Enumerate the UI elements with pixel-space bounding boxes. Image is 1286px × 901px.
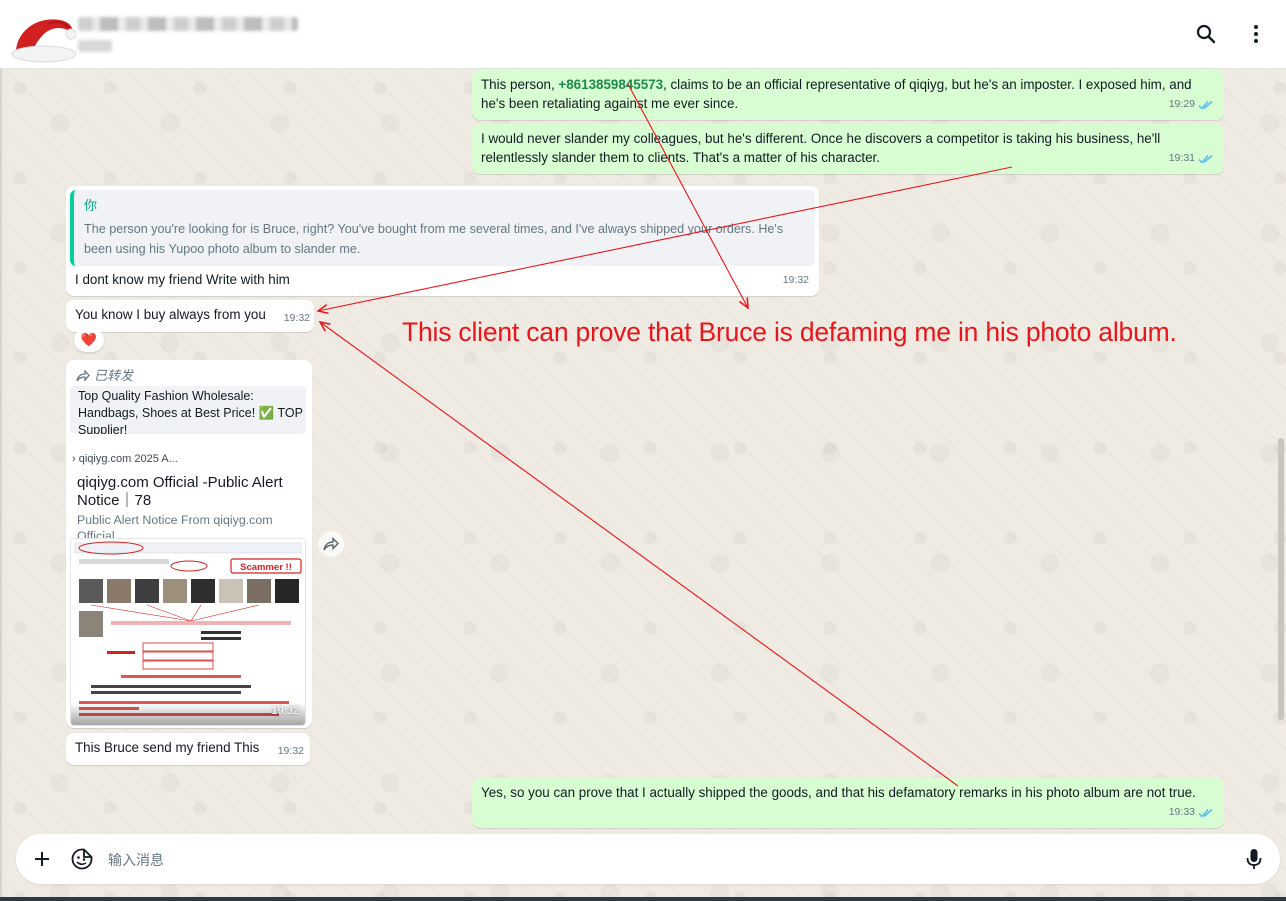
message-meta: 19:33 bbox=[1169, 803, 1214, 822]
alert-notice-screenshot-image: Scammer !! bbox=[71, 539, 305, 725]
outgoing-message[interactable]: This person, +8613859845573, claims to b… bbox=[472, 70, 1224, 120]
message-time: 19:33 bbox=[1168, 806, 1195, 818]
forward-icon bbox=[323, 537, 339, 551]
message-meta: 19:32 bbox=[783, 271, 809, 290]
contact-name-blurred[interactable] bbox=[78, 17, 298, 31]
quoted-message[interactable]: 你 The person you're looking for is Bruce… bbox=[70, 190, 815, 266]
incoming-message[interactable]: You know I buy always from you 19:32 bbox=[66, 300, 314, 332]
outgoing-message[interactable]: I would never slander my colleagues, but… bbox=[472, 124, 1224, 174]
more-vertical-icon[interactable] bbox=[1244, 22, 1268, 46]
image-shade bbox=[71, 703, 305, 725]
forward-button[interactable] bbox=[318, 531, 344, 557]
quote-author: 你 bbox=[84, 198, 98, 213]
incoming-message[interactable]: This Bruce send my friend This 19:32 bbox=[66, 733, 310, 765]
message-text: This person, bbox=[481, 77, 559, 92]
santa-hat-avatar-icon[interactable] bbox=[8, 10, 76, 64]
link-preview-header[interactable]: Top Quality Fashion Wholesale: Handbags,… bbox=[70, 386, 306, 434]
link-card-title[interactable]: qiqiyg.com Official -Public Alert Notice… bbox=[77, 474, 302, 510]
annotation-text: This client can prove that Bruce is defa… bbox=[402, 317, 1177, 347]
link-preview-text: Top Quality Fashion Wholesale: Handbags,… bbox=[78, 389, 303, 434]
plus-icon[interactable] bbox=[30, 847, 54, 871]
quote-text: The person you're looking for is Bruce, … bbox=[84, 222, 784, 256]
incoming-message[interactable]: 你 The person you're looking for is Bruce… bbox=[66, 186, 819, 296]
read-receipt-icon bbox=[1198, 808, 1213, 818]
message-text: I dont know my friend Write with him bbox=[75, 272, 290, 287]
heart-icon: ❤️ bbox=[80, 332, 98, 347]
message-time: 19:32 bbox=[277, 745, 304, 757]
message-input[interactable] bbox=[106, 844, 1230, 876]
phone-number-link[interactable]: +8613859845573 bbox=[558, 77, 663, 92]
chevron-right-icon: › bbox=[72, 453, 79, 465]
heart-reaction[interactable]: ❤️ bbox=[74, 328, 104, 352]
outgoing-message[interactable]: Yes, so you can prove that I actually sh… bbox=[472, 778, 1224, 828]
message-meta: 19:31 bbox=[1169, 149, 1214, 168]
link-url[interactable]: › qiqiyg.com 2025 A... bbox=[72, 450, 178, 469]
message-text: Yes, so you can prove that I actually sh… bbox=[481, 785, 1196, 800]
window-bottom-bar bbox=[0, 897, 1286, 901]
link-url-text: qiqiyg.com 2025 A... bbox=[78, 453, 178, 465]
forwarded-label: 已转发 bbox=[76, 366, 133, 385]
message-composer bbox=[16, 834, 1280, 884]
image-time: 19:32 bbox=[271, 705, 299, 717]
message-text: You know I buy always from you bbox=[75, 307, 266, 322]
left-edge bbox=[0, 68, 2, 897]
message-meta: 19:32 bbox=[278, 742, 304, 761]
scammer-label: Scammer !! bbox=[240, 562, 292, 573]
message-time: 19:31 bbox=[1168, 152, 1195, 164]
forwarded-link-message[interactable]: 已转发 Top Quality Fashion Wholesale: Handb… bbox=[66, 360, 312, 728]
microphone-icon[interactable] bbox=[1242, 847, 1266, 871]
message-meta: 19:32 bbox=[284, 309, 310, 328]
chat-scrollbar[interactable] bbox=[1278, 438, 1284, 720]
forward-arrow-icon bbox=[76, 369, 90, 382]
message-time: 19:32 bbox=[782, 274, 809, 286]
link-card-image[interactable]: Scammer !! 19:32 bbox=[70, 538, 306, 726]
message-text: This Bruce send my friend This bbox=[75, 740, 260, 755]
message-time: 19:29 bbox=[1168, 98, 1195, 110]
message-text: I would never slander my colleagues, but… bbox=[481, 131, 1161, 165]
forwarded-text: 已转发 bbox=[94, 368, 134, 383]
chat-header bbox=[0, 0, 1286, 69]
contact-status-blurred bbox=[78, 40, 112, 52]
message-meta: 19:29 bbox=[1169, 95, 1214, 114]
read-receipt-icon bbox=[1198, 100, 1213, 110]
read-receipt-icon bbox=[1198, 154, 1213, 164]
message-time: 19:32 bbox=[283, 312, 310, 324]
search-icon[interactable] bbox=[1194, 22, 1218, 46]
sticker-icon[interactable] bbox=[70, 847, 94, 871]
